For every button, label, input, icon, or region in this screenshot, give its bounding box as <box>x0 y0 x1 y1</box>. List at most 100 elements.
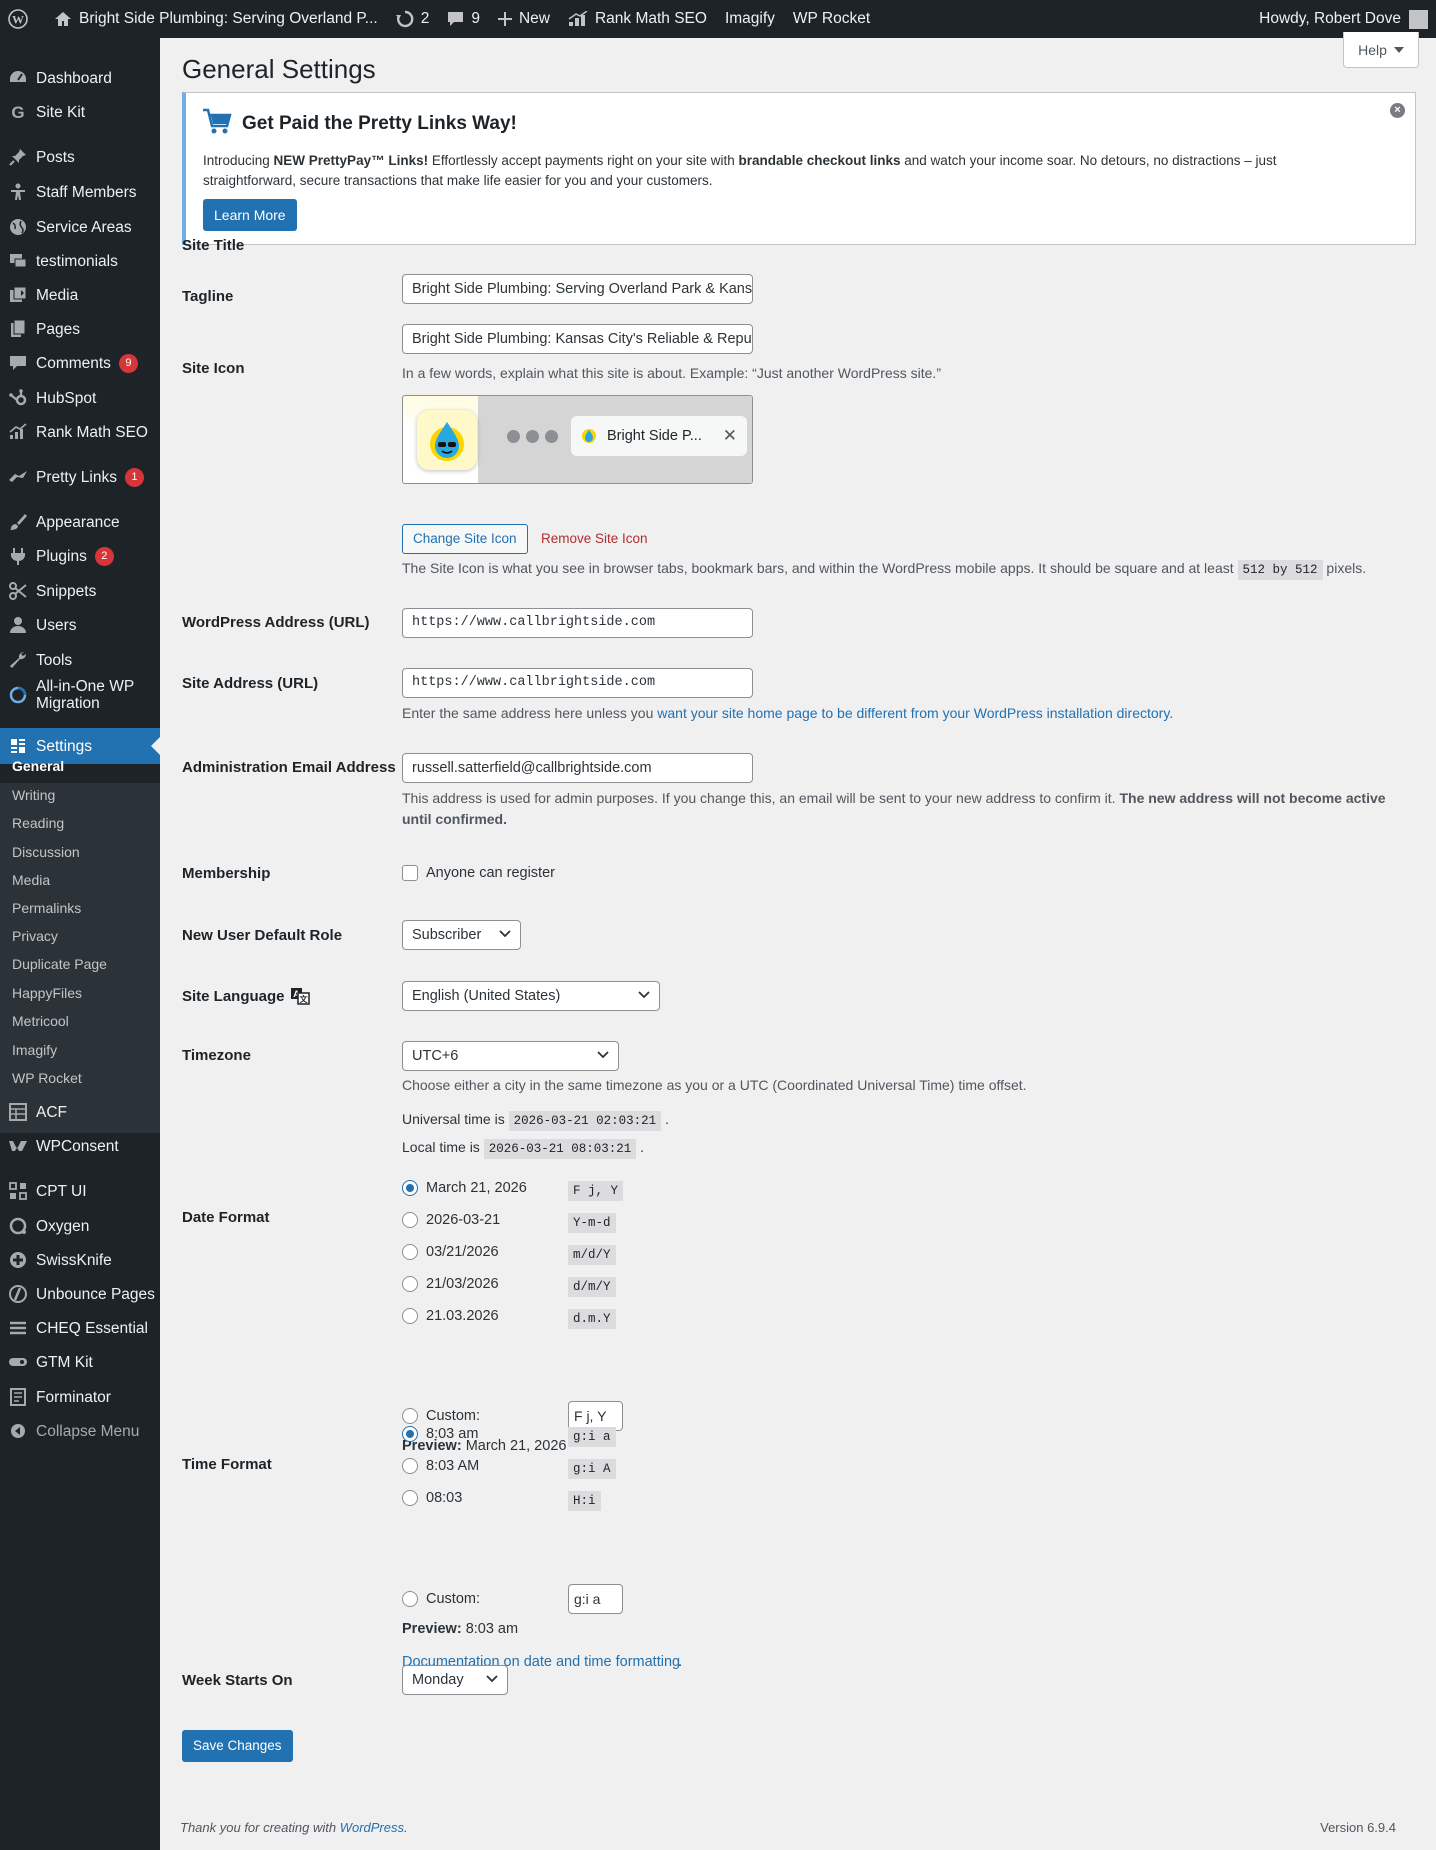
new-content-link[interactable]: New <box>489 0 559 38</box>
comments-link[interactable]: 9 <box>438 0 489 38</box>
site-address-input[interactable]: https://www.callbrightside.com <box>402 668 753 698</box>
sidebar-item-posts[interactable]: Posts <box>0 140 160 174</box>
sidebar-item-media[interactable]: Media <box>0 278 160 312</box>
radio-button[interactable] <box>402 1244 418 1260</box>
sidebar-item-cheq-essential[interactable]: CHEQ Essential <box>0 1311 160 1345</box>
time-format-option[interactable]: 8:03 AM <box>402 1458 479 1474</box>
week-starts-select[interactable]: Monday <box>402 1665 508 1695</box>
sidebar-item-label: Rank Math SEO <box>36 423 148 441</box>
sidebar-item-testimonials[interactable]: testimonials <box>0 244 160 278</box>
sidebar-item-unbounce-pages[interactable]: Unbounce Pages <box>0 1277 160 1311</box>
sidebar-item-plugins[interactable]: Plugins 2 <box>0 539 160 573</box>
sidebar-item-comments[interactable]: Comments 9 <box>0 346 160 380</box>
submenu-item-wp-rocket[interactable]: WP Rocket <box>12 1070 82 1086</box>
site-name-link[interactable]: Bright Side Plumbing: Serving Overland P… <box>45 0 387 38</box>
date-format-option[interactable]: 03/21/2026 <box>402 1244 499 1260</box>
submenu-item-reading[interactable]: Reading <box>12 815 64 831</box>
sidebar-item-service-areas[interactable]: Service Areas <box>0 210 160 244</box>
menu-icon-wrap <box>0 581 36 601</box>
sidebar-item-hubspot[interactable]: HubSpot <box>0 381 160 415</box>
date-format-option[interactable]: March 21, 2026 <box>402 1180 527 1196</box>
radio-button[interactable] <box>402 1426 418 1442</box>
sidebar-item-wpconsent[interactable]: WPConsent <box>0 1129 160 1163</box>
rankmath-icon <box>9 423 27 439</box>
rank-math-link[interactable]: Rank Math SEO <box>559 0 716 38</box>
anyone-can-register-label: Anyone can register <box>426 865 555 881</box>
forminator-icon <box>10 1388 26 1406</box>
wp-rocket-link[interactable]: WP Rocket <box>784 0 879 38</box>
default-role-select[interactable]: Subscriber <box>402 920 521 950</box>
submenu-item-metricool[interactable]: Metricool <box>12 1013 69 1029</box>
collapse-menu-button[interactable]: Collapse Menu <box>0 1414 160 1448</box>
radio-button[interactable] <box>402 1591 418 1607</box>
submenu-item-writing[interactable]: Writing <box>12 787 55 803</box>
timezone-select[interactable]: UTC+6 <box>402 1041 619 1071</box>
site-title-input[interactable]: Bright Side Plumbing: Serving Overland P… <box>402 274 753 304</box>
sidebar-item-acf[interactable]: ACF <box>0 1095 160 1129</box>
submenu-item-general[interactable]: General <box>12 758 64 774</box>
comments-count: 9 <box>471 10 480 27</box>
dismiss-notice-icon[interactable]: × <box>1390 103 1405 118</box>
time-format-custom-input[interactable]: g:i a <box>568 1584 623 1614</box>
admin-email-input[interactable]: russell.satterfield@callbrightside.com <box>402 753 753 783</box>
radio-button[interactable] <box>402 1212 418 1228</box>
sidebar-item-forminator[interactable]: Forminator <box>0 1380 160 1414</box>
wordpress-logo-icon[interactable]: W <box>0 0 45 38</box>
time-format-custom-option[interactable]: Custom: <box>402 1591 480 1607</box>
date-format-option[interactable]: 21/03/2026 <box>402 1276 499 1292</box>
sidebar-item-all-in-one-wp-migration[interactable]: All-in-One WP Migration <box>0 677 160 713</box>
sidebar-item-staff-members[interactable]: Staff Members <box>0 175 160 209</box>
submenu-item-happyfiles[interactable]: HappyFiles <box>12 985 82 1001</box>
sidebar-item-rank-math-seo[interactable]: Rank Math SEO <box>0 415 160 449</box>
home-page-different-link[interactable]: want your site home page to be different… <box>657 705 1169 721</box>
sidebar-item-tools[interactable]: Tools <box>0 643 160 677</box>
radio-button[interactable] <box>402 1276 418 1292</box>
submenu-item-permalinks[interactable]: Permalinks <box>12 900 81 916</box>
change-site-icon-button[interactable]: Change Site Icon <box>402 524 528 554</box>
update-count-badge: 1 <box>124 467 144 487</box>
learn-more-button[interactable]: Learn More <box>203 199 297 231</box>
updates-link[interactable]: 2 <box>387 0 439 38</box>
remove-site-icon-link[interactable]: Remove Site Icon <box>541 531 648 546</box>
sidebar-item-users[interactable]: Users <box>0 608 160 642</box>
radio-button[interactable] <box>402 1308 418 1324</box>
time-format-option[interactable]: 8:03 am <box>402 1426 478 1442</box>
tagline-input[interactable]: Bright Side Plumbing: Kansas City's Reli… <box>402 324 753 354</box>
sidebar-item-swissknife[interactable]: SwissKnife <box>0 1243 160 1277</box>
sidebar-item-gtm-kit[interactable]: GTM Kit <box>0 1345 160 1379</box>
chevron-down-icon <box>638 991 650 999</box>
sidebar-item-site-kit[interactable]: G Site Kit <box>0 95 160 129</box>
save-changes-button[interactable]: Save Changes <box>182 1730 293 1762</box>
sidebar-item-pretty-links[interactable]: Pretty Links 1 <box>0 460 160 494</box>
sidebar-item-snippets[interactable]: Snippets <box>0 574 160 608</box>
sidebar-item-label: Service Areas <box>36 218 132 236</box>
date-format-option[interactable]: 21.03.2026 <box>402 1308 499 1324</box>
date-format-custom-option[interactable]: Custom: <box>402 1408 480 1424</box>
imagify-link[interactable]: Imagify <box>716 0 784 38</box>
site-icon-app-tile <box>417 410 477 470</box>
wp-address-input[interactable]: https://www.callbrightside.com <box>402 608 753 638</box>
radio-button[interactable] <box>402 1490 418 1506</box>
submenu-item-imagify[interactable]: Imagify <box>12 1042 57 1058</box>
sidebar-item-dashboard[interactable]: Dashboard <box>0 61 160 95</box>
sidebar-item-pages[interactable]: Pages <box>0 312 160 346</box>
notice-body: Introducing NEW PrettyPay™ Links! Effort… <box>203 153 1277 188</box>
site-language-select[interactable]: English (United States) <box>402 981 660 1011</box>
radio-button[interactable] <box>402 1180 418 1196</box>
help-tab-button[interactable]: Help <box>1343 32 1419 68</box>
submenu-item-discussion[interactable]: Discussion <box>12 844 80 860</box>
time-format-option[interactable]: 08:03 <box>402 1490 462 1506</box>
menu-icon-wrap <box>0 650 36 670</box>
radio-button[interactable] <box>402 1458 418 1474</box>
sidebar-item-cpt-ui[interactable]: CPT UI <box>0 1174 160 1208</box>
submenu-item-media[interactable]: Media <box>12 872 50 888</box>
sidebar-item-appearance[interactable]: Appearance <box>0 505 160 539</box>
submenu-item-privacy[interactable]: Privacy <box>12 928 58 944</box>
sidebar-item-oxygen[interactable]: Oxygen <box>0 1209 160 1243</box>
wordpress-link[interactable]: WordPress <box>340 1820 404 1835</box>
date-format-option[interactable]: 2026-03-21 <box>402 1212 500 1228</box>
tab-title: Bright Side P... <box>607 428 702 444</box>
submenu-item-duplicate-page[interactable]: Duplicate Page <box>12 956 107 972</box>
anyone-can-register-checkbox[interactable] <box>402 865 418 881</box>
radio-button[interactable] <box>402 1408 418 1424</box>
